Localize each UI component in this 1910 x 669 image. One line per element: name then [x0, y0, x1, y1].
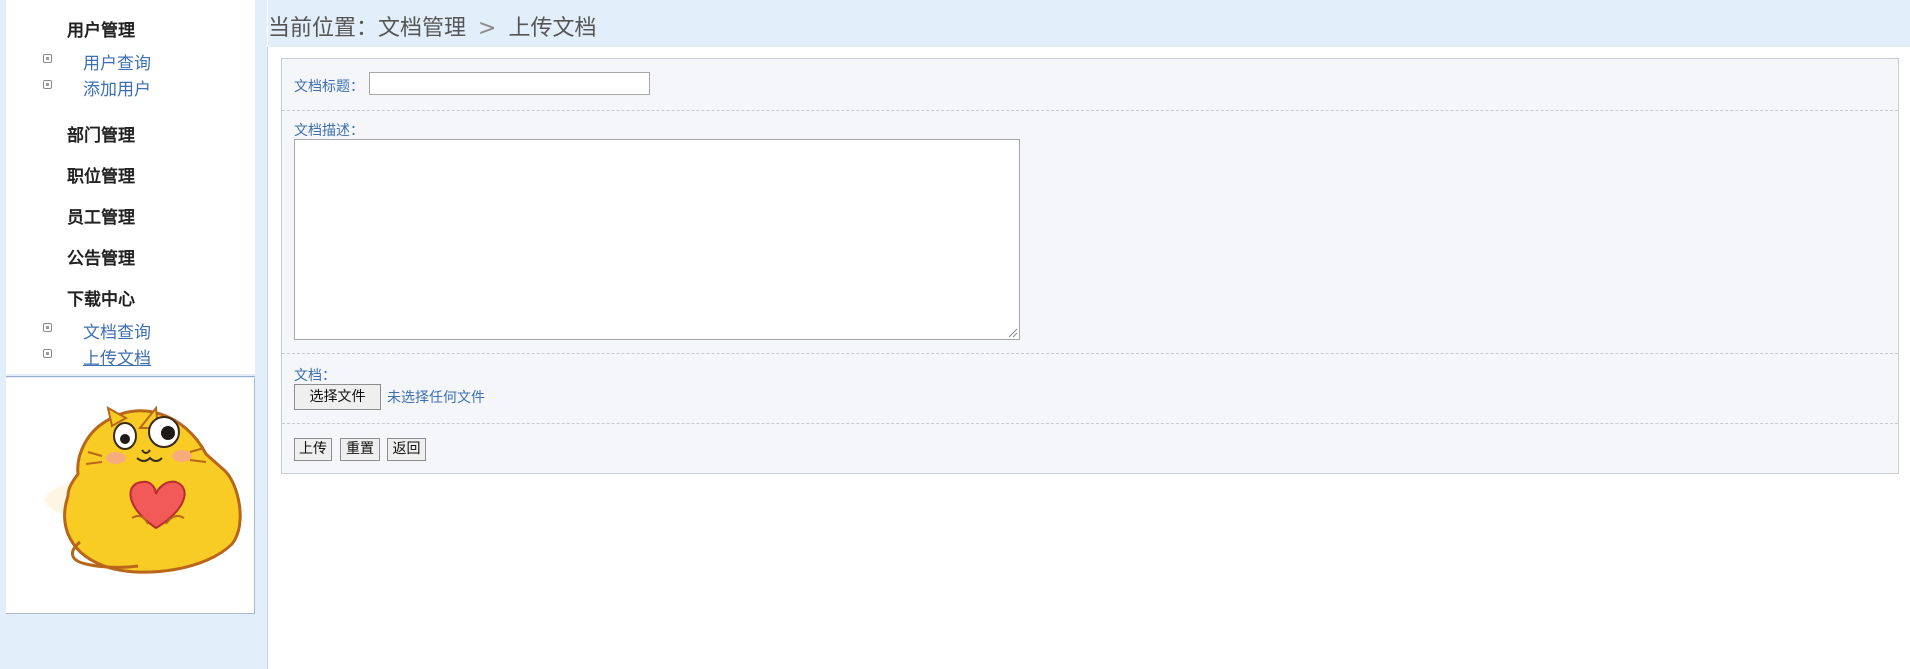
choose-file-button[interactable]: 选择文件	[294, 384, 381, 410]
sidebar-item-upload-document[interactable]: 上传文档	[6, 344, 246, 369]
sidebar-group-notice-management[interactable]: 公告管理	[67, 244, 135, 269]
row-divider	[282, 110, 1898, 111]
sidebar-group-employee-management[interactable]: 员工管理	[67, 203, 135, 228]
mascot-panel	[6, 378, 255, 614]
title-input[interactable]	[369, 72, 650, 95]
file-label: 文档：	[294, 368, 336, 384]
bullet-icon	[43, 323, 52, 332]
sidebar-item-label[interactable]: 文档查询	[83, 318, 151, 343]
upload-button[interactable]: 上传	[294, 438, 332, 461]
column-divider	[267, 47, 268, 669]
description-textarea[interactable]	[294, 139, 1020, 340]
sidebar-group-position-management[interactable]: 职位管理	[67, 162, 135, 187]
bullet-icon	[43, 54, 52, 63]
breadcrumb-prefix: 当前位置：	[268, 16, 379, 41]
bullet-icon	[43, 349, 52, 358]
upload-form: 文档标题： 文档描述： 文档： 选择文件 未选择任何文件 上传 重置 返回	[281, 58, 1899, 474]
sidebar-separator	[6, 376, 255, 377]
sidebar-group-download-center[interactable]: 下载中心	[67, 285, 135, 310]
breadcrumb-section: 文档管理	[378, 16, 467, 41]
back-button[interactable]: 返回	[387, 438, 426, 461]
row-divider	[282, 423, 1898, 424]
breadcrumb-current: 上传文档	[508, 16, 597, 41]
sidebar-group-department-management[interactable]: 部门管理	[67, 121, 135, 146]
sidebar-item-add-user[interactable]: 添加用户	[6, 75, 246, 100]
cat-mascot-image	[45, 405, 242, 574]
resize-grip-icon[interactable]	[1008, 328, 1018, 338]
sidebar-item-label[interactable]: 用户查询	[83, 49, 151, 74]
description-label: 文档描述：	[294, 123, 364, 139]
title-label: 文档标题：	[294, 79, 364, 95]
reset-button[interactable]: 重置	[340, 438, 380, 461]
row-divider	[282, 353, 1898, 354]
breadcrumb-separator: >	[478, 16, 497, 41]
sidebar-item-label[interactable]: 上传文档	[83, 344, 151, 369]
sidebar-group-user-management[interactable]: 用户管理	[67, 16, 135, 41]
breadcrumb: 当前位置：文档管理 > 上传文档	[268, 10, 596, 42]
sidebar-item-document-query[interactable]: 文档查询	[6, 318, 246, 343]
bullet-icon	[43, 80, 52, 89]
file-status-text: 未选择任何文件	[387, 390, 485, 406]
sidebar-menu: 用户管理 用户查询 添加用户 部门管理 职位管理 员工管理 公告管理 下载中心 …	[6, 0, 255, 374]
sidebar-item-user-query[interactable]: 用户查询	[6, 49, 246, 74]
sidebar-item-label[interactable]: 添加用户	[83, 75, 151, 100]
